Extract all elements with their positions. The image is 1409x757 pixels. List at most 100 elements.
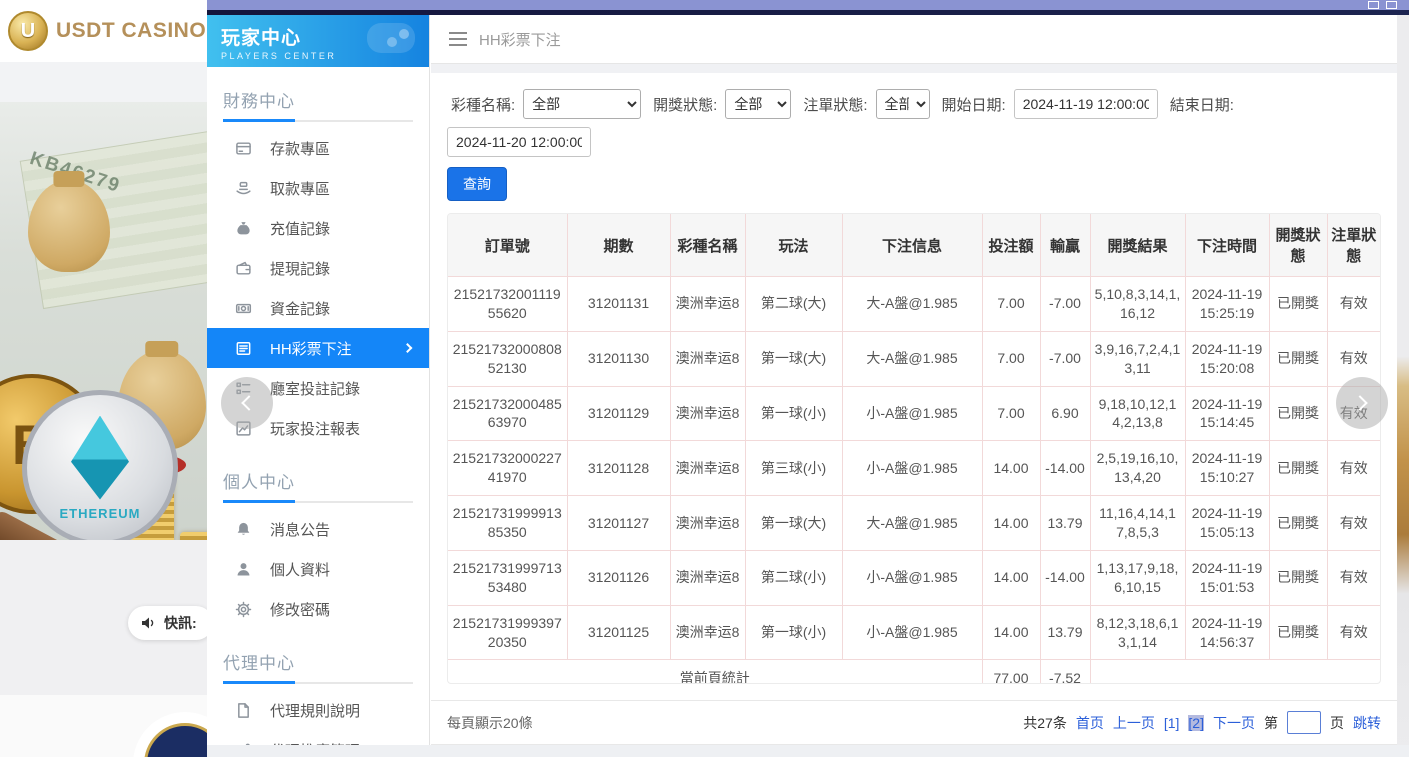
cell-win-loss: 6.90: [1040, 386, 1090, 441]
sidebar-item-announcements[interactable]: 消息公告: [207, 509, 429, 549]
gamepad-watermark-icon: [367, 23, 415, 53]
chevron-right-icon: [1352, 395, 1368, 411]
collapse-left-button[interactable]: [221, 377, 273, 429]
next-page-link[interactable]: 下一页: [1213, 713, 1255, 733]
bet-status-label: 注單狀態:: [803, 94, 867, 115]
usdt-casino-coin-logo-icon[interactable]: U: [8, 11, 48, 51]
sidebar-item-lottery-bets[interactable]: HH彩票下注: [207, 328, 429, 368]
cell-order-status: 有效: [1327, 550, 1380, 605]
bet-status-select[interactable]: 全部: [876, 89, 930, 119]
cell-draw-status: 已開獎: [1269, 605, 1327, 660]
table-row: 2152173200048563970 31201129 澳洲幸运8 第一球(小…: [448, 386, 1380, 441]
section-title: 財務中心: [223, 87, 413, 120]
cell-draw-status: 已開獎: [1269, 496, 1327, 551]
cell-bet-amount: 14.00: [982, 441, 1040, 496]
cell-bet-time: 2024-11-19 15:10:27: [1185, 441, 1269, 496]
draw-status-select[interactable]: 全部: [725, 89, 791, 119]
cell-lottery-name: 澳洲幸运8: [670, 550, 745, 605]
cell-bet-time: 2024-11-19 15:25:19: [1185, 277, 1269, 332]
cell-lottery-name: 澳洲幸运8: [670, 331, 745, 386]
expand-right-button[interactable]: [1336, 377, 1388, 429]
table-row: 2152173200022741970 31201128 澳洲幸运8 第三球(小…: [448, 441, 1380, 496]
cell-order-no: 2152173200111955620: [448, 277, 567, 332]
cell-period: 31201130: [567, 331, 670, 386]
col-lottery-name: 彩種名稱: [670, 214, 745, 277]
cell-bet-info: 小-A盤@1.985: [842, 386, 982, 441]
draw-status-label: 開獎狀態:: [653, 94, 717, 115]
news-ticker-pill: 快訊:: [128, 606, 207, 640]
cell-bet-amount: 14.00: [982, 605, 1040, 660]
cell-win-loss: -7.00: [1040, 277, 1090, 332]
sidebar-item-label: 存款專區: [270, 138, 330, 159]
cell-play-type: 第二球(大): [745, 277, 842, 332]
sidebar-item-profile[interactable]: 個人資料: [207, 549, 429, 589]
cell-bet-amount: 7.00: [982, 386, 1040, 441]
col-draw-result: 開獎結果: [1090, 214, 1185, 277]
cell-bet-info: 小-A盤@1.985: [842, 605, 982, 660]
cell-play-type: 第一球(大): [745, 496, 842, 551]
cell-lottery-name: 澳洲幸运8: [670, 386, 745, 441]
cell-period: 31201126: [567, 550, 670, 605]
cell-draw-result: 1,13,17,9,18,6,10,15: [1090, 550, 1185, 605]
page-summary-label: 當前頁統計: [448, 660, 982, 684]
end-date-label: 結束日期:: [1170, 94, 1234, 115]
cell-lottery-name: 澳洲幸运8: [670, 605, 745, 660]
page-1-link[interactable]: [1]: [1164, 715, 1180, 731]
cell-order-no: 2152173200048563970: [448, 386, 567, 441]
wallet-icon: [235, 260, 252, 277]
lottery-name-label: 彩種名稱:: [451, 94, 515, 115]
prev-page-link[interactable]: 上一页: [1113, 713, 1155, 733]
page-background-sliver: [1397, 15, 1409, 757]
ticker-label: 快訊:: [164, 613, 197, 633]
cell-order-no: 2152173200080852130: [448, 331, 567, 386]
cell-bet-info: 大-A盤@1.985: [842, 331, 982, 386]
hamburger-menu-icon[interactable]: [449, 32, 467, 34]
end-date-input[interactable]: [447, 127, 591, 157]
withdraw-hand-icon: [235, 180, 252, 197]
chevron-right-icon: [403, 343, 413, 353]
cell-bet-amount: 14.00: [982, 550, 1040, 605]
table-header-row: 訂單號 期數 彩種名稱 玩法 下注信息 投注額 輸贏 開獎結果 下注時間 開獎狀…: [448, 214, 1380, 277]
col-bet-amount: 投注額: [982, 214, 1040, 277]
cell-draw-result: 8,12,3,18,6,13,1,14: [1090, 605, 1185, 660]
sidebar-item-agent-rules[interactable]: 代理規則說明: [207, 690, 429, 730]
sidebar-item-label: HH彩票下注: [270, 338, 352, 359]
cell-bet-amount: 7.00: [982, 277, 1040, 332]
search-button[interactable]: 查詢: [447, 167, 507, 201]
section-agent-center: 代理中心: [223, 649, 413, 684]
page-size-text: 每頁顯示20條: [447, 713, 533, 733]
cell-play-type: 第一球(大): [745, 331, 842, 386]
cell-play-type: 第一球(小): [745, 605, 842, 660]
jump-page-input[interactable]: [1287, 711, 1321, 734]
sidebar-item-deposit[interactable]: 存款專區: [207, 128, 429, 168]
cell-order-no: 2152173200022741970: [448, 441, 567, 496]
jump-go-link[interactable]: 跳转: [1353, 713, 1381, 733]
sidebar-item-label: 修改密碼: [270, 599, 330, 620]
cell-bet-info: 小-A盤@1.985: [842, 441, 982, 496]
lottery-name-select[interactable]: 全部: [523, 89, 641, 119]
gear-icon: [235, 601, 252, 618]
total-count-text: 共27条: [1023, 713, 1067, 733]
main-panel: HH彩票下注 彩種名稱: 全部 開獎狀態: 全部 注單狀態: 全部 開始日期: …: [431, 15, 1397, 757]
section-underline: [223, 682, 413, 684]
sidebar-item-label: 資金記錄: [270, 298, 330, 319]
cell-bet-time: 2024-11-19 15:01:53: [1185, 550, 1269, 605]
section-underline: [223, 120, 413, 122]
sidebar-item-funds-records[interactable]: 資金記錄: [207, 288, 429, 328]
sidebar-item-label: 充值記錄: [270, 218, 330, 239]
start-date-input[interactable]: [1014, 89, 1158, 119]
sidebar-item-withdrawal-records[interactable]: 提現記錄: [207, 248, 429, 288]
speaker-icon: [140, 615, 156, 631]
sidebar-item-withdraw[interactable]: 取款專區: [207, 168, 429, 208]
site-logo-text[interactable]: USDT CASINO: [56, 19, 206, 43]
first-page-link[interactable]: 首页: [1076, 713, 1104, 733]
sidebar-item-label: 消息公告: [270, 519, 330, 540]
ethereum-coin-graphic: ETHEREUM: [22, 390, 178, 540]
sidebar-item-recharge-records[interactable]: 充值記錄: [207, 208, 429, 248]
table-row: 2152173200080852130 31201130 澳洲幸运8 第一球(大…: [448, 331, 1380, 386]
cell-win-loss: -7.00: [1040, 331, 1090, 386]
cell-draw-result: 11,16,4,14,17,8,5,3: [1090, 496, 1185, 551]
page-2-link-current[interactable]: [2]: [1188, 715, 1204, 731]
backdrop-spacer: [0, 62, 207, 102]
sidebar-item-change-password[interactable]: 修改密碼: [207, 589, 429, 629]
